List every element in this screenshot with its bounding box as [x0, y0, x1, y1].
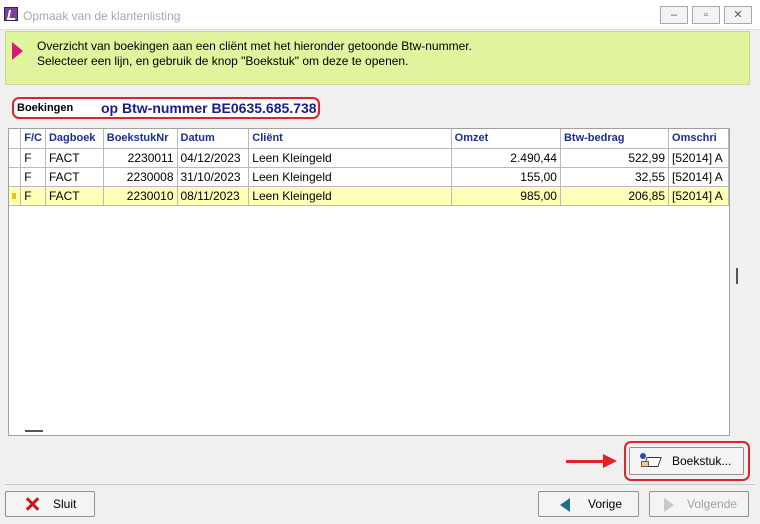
- boekingen-heading: Boekingen op Btw-nummer BE0635.685.738: [12, 97, 320, 119]
- table-header-row: F/C Dagboek BoekstukNr Datum Cliënt Omze…: [9, 129, 729, 149]
- cell-btw-bedrag: 522,99: [560, 148, 670, 168]
- cell-omschrijving: [52014] A: [668, 167, 729, 187]
- row-indicator: [9, 167, 22, 187]
- row-indicator-header: [9, 129, 22, 149]
- column-header-btw-bedrag[interactable]: Btw-bedrag: [560, 129, 670, 149]
- cell-boekstuknr: 2230011: [103, 148, 178, 168]
- app-icon: [4, 7, 18, 21]
- close-button[interactable]: ✕: [724, 6, 752, 24]
- horizontal-scrollbar[interactable]: [25, 430, 43, 432]
- cell-omschrijving: [52014] A: [668, 186, 729, 206]
- cell-dagboek: FACT: [45, 148, 104, 168]
- boekingen-label: Boekingen: [17, 102, 74, 114]
- cell-btw-bedrag: 206,85: [560, 186, 670, 206]
- cell-datum: 04/12/2023: [177, 148, 250, 168]
- maximize-button[interactable]: ▫: [692, 6, 720, 24]
- cell-fc: F: [20, 186, 46, 206]
- volgende-button-label: Volgende: [687, 497, 738, 511]
- vorige-button[interactable]: Vorige: [538, 491, 639, 517]
- sluit-button-label: Sluit: [53, 497, 77, 511]
- cell-dagboek: FACT: [45, 167, 104, 187]
- arrow-right-disabled-icon: [664, 498, 674, 512]
- table-row[interactable]: F FACT 2230011 04/12/2023 Leen Kleingeld…: [9, 148, 729, 168]
- column-header-dagboek[interactable]: Dagboek: [45, 129, 104, 149]
- divider: [5, 484, 755, 485]
- volgende-button[interactable]: Volgende: [649, 491, 749, 517]
- cell-dagboek: FACT: [45, 186, 104, 206]
- close-icon: [25, 497, 39, 511]
- cell-boekstuknr: 2230008: [103, 167, 178, 187]
- cell-omzet: 985,00: [451, 186, 561, 206]
- cell-client: Leen Kleingeld: [248, 148, 452, 168]
- cell-fc: F: [20, 167, 46, 187]
- document-sign-icon: [640, 453, 662, 469]
- column-header-client[interactable]: Cliënt: [248, 129, 452, 149]
- table-row-selected[interactable]: F FACT 2230010 08/11/2023 Leen Kleingeld…: [9, 186, 729, 206]
- column-header-omzet[interactable]: Omzet: [451, 129, 561, 149]
- vorige-button-label: Vorige: [588, 497, 623, 511]
- sluit-button[interactable]: Sluit: [5, 491, 95, 517]
- arrow-left-icon: [560, 498, 570, 512]
- boekstuk-button[interactable]: Boekstuk...: [629, 447, 744, 475]
- table-row[interactable]: F FACT 2230008 31/10/2023 Leen Kleingeld…: [9, 167, 729, 187]
- vertical-scrollbar[interactable]: [736, 268, 738, 284]
- banner-line-2: Selecteer een lijn, en gebruik de knop "…: [37, 54, 409, 68]
- row-indicator: [9, 148, 22, 168]
- bookings-grid[interactable]: F/C Dagboek BoekstukNr Datum Cliënt Omze…: [8, 128, 730, 436]
- column-header-datum[interactable]: Datum: [177, 129, 250, 149]
- minimize-button[interactable]: –: [660, 6, 688, 24]
- cell-omzet: 2.490,44: [451, 148, 561, 168]
- window-title: Opmaak van de klantenlisting: [23, 9, 181, 23]
- column-header-fc[interactable]: F/C: [20, 129, 46, 149]
- row-indicator: [9, 186, 22, 206]
- cell-fc: F: [20, 148, 46, 168]
- cell-omzet: 155,00: [451, 167, 561, 187]
- column-header-omschrijving[interactable]: Omschri: [668, 129, 729, 149]
- annotation-arrow: [566, 460, 604, 463]
- boekstuk-button-label: Boekstuk...: [672, 454, 732, 468]
- banner-line-1: Overzicht van boekingen aan een cliënt m…: [37, 39, 472, 53]
- column-header-boekstuknr[interactable]: BoekstukNr: [103, 129, 178, 149]
- btw-number-label: op Btw-nummer BE0635.685.738: [101, 100, 317, 116]
- title-bar: Opmaak van de klantenlisting – ▫ ✕: [0, 0, 760, 30]
- cell-client: Leen Kleingeld: [248, 186, 452, 206]
- cell-omschrijving: [52014] A: [668, 148, 729, 168]
- bookings-table: F/C Dagboek BoekstukNr Datum Cliënt Omze…: [9, 129, 729, 206]
- cell-datum: 31/10/2023: [177, 167, 250, 187]
- annotation-arrow-head: [603, 454, 617, 468]
- cell-boekstuknr: 2230010: [103, 186, 178, 206]
- arrow-right-icon: [12, 42, 23, 60]
- info-banner: Overzicht van boekingen aan een cliënt m…: [5, 31, 750, 85]
- cell-datum: 08/11/2023: [177, 186, 250, 206]
- cell-btw-bedrag: 32,55: [560, 167, 670, 187]
- cell-client: Leen Kleingeld: [248, 167, 452, 187]
